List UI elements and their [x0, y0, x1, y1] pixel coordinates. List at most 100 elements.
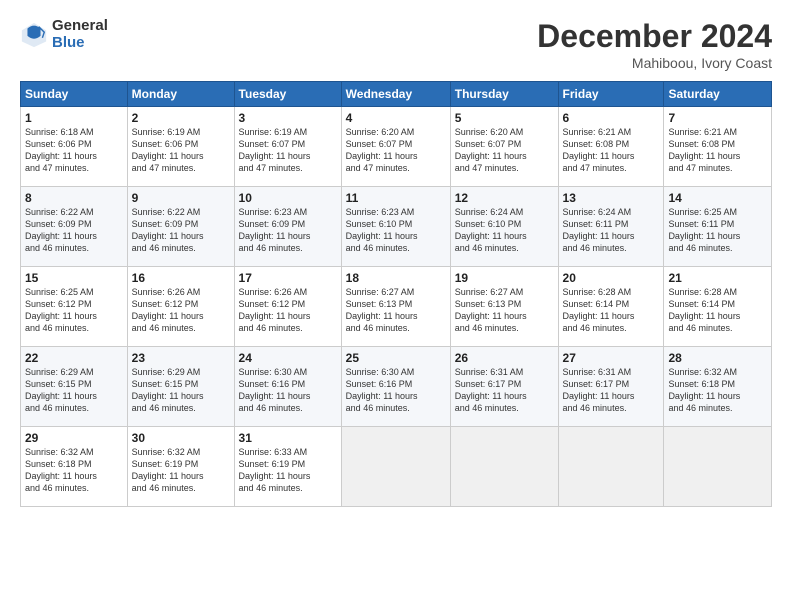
day-info: Sunrise: 6:25 AMSunset: 6:11 PMDaylight:…: [668, 206, 767, 255]
header-wednesday: Wednesday: [341, 82, 450, 107]
day-number: 3: [239, 111, 337, 125]
table-row: [664, 427, 772, 507]
day-number: 16: [132, 271, 230, 285]
day-number: 26: [455, 351, 554, 365]
day-info: Sunrise: 6:23 AMSunset: 6:09 PMDaylight:…: [239, 206, 337, 255]
table-row: 15Sunrise: 6:25 AMSunset: 6:12 PMDayligh…: [21, 267, 128, 347]
table-row: 1Sunrise: 6:18 AMSunset: 6:06 PMDaylight…: [21, 107, 128, 187]
day-info: Sunrise: 6:21 AMSunset: 6:08 PMDaylight:…: [563, 126, 660, 175]
day-info: Sunrise: 6:20 AMSunset: 6:07 PMDaylight:…: [346, 126, 446, 175]
day-number: 1: [25, 111, 123, 125]
table-row: 26Sunrise: 6:31 AMSunset: 6:17 PMDayligh…: [450, 347, 558, 427]
day-info: Sunrise: 6:27 AMSunset: 6:13 PMDaylight:…: [455, 286, 554, 335]
table-row: 17Sunrise: 6:26 AMSunset: 6:12 PMDayligh…: [234, 267, 341, 347]
table-row: 20Sunrise: 6:28 AMSunset: 6:14 PMDayligh…: [558, 267, 664, 347]
table-row: 6Sunrise: 6:21 AMSunset: 6:08 PMDaylight…: [558, 107, 664, 187]
day-number: 27: [563, 351, 660, 365]
day-info: Sunrise: 6:24 AMSunset: 6:11 PMDaylight:…: [563, 206, 660, 255]
day-number: 24: [239, 351, 337, 365]
day-info: Sunrise: 6:18 AMSunset: 6:06 PMDaylight:…: [25, 126, 123, 175]
day-info: Sunrise: 6:28 AMSunset: 6:14 PMDaylight:…: [668, 286, 767, 335]
table-row: 11Sunrise: 6:23 AMSunset: 6:10 PMDayligh…: [341, 187, 450, 267]
logo-icon: [20, 21, 48, 49]
table-row: [450, 427, 558, 507]
day-number: 5: [455, 111, 554, 125]
day-number: 25: [346, 351, 446, 365]
day-number: 7: [668, 111, 767, 125]
day-info: Sunrise: 6:32 AMSunset: 6:19 PMDaylight:…: [132, 446, 230, 495]
table-row: 7Sunrise: 6:21 AMSunset: 6:08 PMDaylight…: [664, 107, 772, 187]
table-row: 24Sunrise: 6:30 AMSunset: 6:16 PMDayligh…: [234, 347, 341, 427]
location: Mahiboou, Ivory Coast: [537, 55, 772, 71]
table-row: 16Sunrise: 6:26 AMSunset: 6:12 PMDayligh…: [127, 267, 234, 347]
day-number: 14: [668, 191, 767, 205]
table-row: 19Sunrise: 6:27 AMSunset: 6:13 PMDayligh…: [450, 267, 558, 347]
day-info: Sunrise: 6:29 AMSunset: 6:15 PMDaylight:…: [132, 366, 230, 415]
day-number: 31: [239, 431, 337, 445]
day-number: 29: [25, 431, 123, 445]
day-info: Sunrise: 6:31 AMSunset: 6:17 PMDaylight:…: [563, 366, 660, 415]
day-info: Sunrise: 6:30 AMSunset: 6:16 PMDaylight:…: [239, 366, 337, 415]
table-row: 23Sunrise: 6:29 AMSunset: 6:15 PMDayligh…: [127, 347, 234, 427]
day-number: 19: [455, 271, 554, 285]
calendar-table: Sunday Monday Tuesday Wednesday Thursday…: [20, 81, 772, 507]
day-number: 2: [132, 111, 230, 125]
page: General Blue December 2024 Mahiboou, Ivo…: [0, 0, 792, 612]
day-number: 9: [132, 191, 230, 205]
table-row: 30Sunrise: 6:32 AMSunset: 6:19 PMDayligh…: [127, 427, 234, 507]
header: General Blue December 2024 Mahiboou, Ivo…: [20, 18, 772, 71]
table-row: 4Sunrise: 6:20 AMSunset: 6:07 PMDaylight…: [341, 107, 450, 187]
day-info: Sunrise: 6:22 AMSunset: 6:09 PMDaylight:…: [132, 206, 230, 255]
calendar-week-row: 1Sunrise: 6:18 AMSunset: 6:06 PMDaylight…: [21, 107, 772, 187]
day-number: 17: [239, 271, 337, 285]
day-number: 8: [25, 191, 123, 205]
day-info: Sunrise: 6:32 AMSunset: 6:18 PMDaylight:…: [25, 446, 123, 495]
day-info: Sunrise: 6:26 AMSunset: 6:12 PMDaylight:…: [239, 286, 337, 335]
day-info: Sunrise: 6:23 AMSunset: 6:10 PMDaylight:…: [346, 206, 446, 255]
table-row: 22Sunrise: 6:29 AMSunset: 6:15 PMDayligh…: [21, 347, 128, 427]
logo-general-text: General: [52, 18, 108, 35]
day-info: Sunrise: 6:30 AMSunset: 6:16 PMDaylight:…: [346, 366, 446, 415]
table-row: 10Sunrise: 6:23 AMSunset: 6:09 PMDayligh…: [234, 187, 341, 267]
day-number: 22: [25, 351, 123, 365]
table-row: [341, 427, 450, 507]
table-row: 29Sunrise: 6:32 AMSunset: 6:18 PMDayligh…: [21, 427, 128, 507]
day-number: 28: [668, 351, 767, 365]
day-info: Sunrise: 6:19 AMSunset: 6:06 PMDaylight:…: [132, 126, 230, 175]
day-number: 6: [563, 111, 660, 125]
day-info: Sunrise: 6:22 AMSunset: 6:09 PMDaylight:…: [25, 206, 123, 255]
header-monday: Monday: [127, 82, 234, 107]
table-row: 14Sunrise: 6:25 AMSunset: 6:11 PMDayligh…: [664, 187, 772, 267]
day-number: 13: [563, 191, 660, 205]
day-info: Sunrise: 6:21 AMSunset: 6:08 PMDaylight:…: [668, 126, 767, 175]
logo-text: General Blue: [52, 18, 108, 51]
day-info: Sunrise: 6:24 AMSunset: 6:10 PMDaylight:…: [455, 206, 554, 255]
table-row: 13Sunrise: 6:24 AMSunset: 6:11 PMDayligh…: [558, 187, 664, 267]
day-number: 30: [132, 431, 230, 445]
table-row: 8Sunrise: 6:22 AMSunset: 6:09 PMDaylight…: [21, 187, 128, 267]
table-row: 18Sunrise: 6:27 AMSunset: 6:13 PMDayligh…: [341, 267, 450, 347]
day-number: 15: [25, 271, 123, 285]
day-info: Sunrise: 6:25 AMSunset: 6:12 PMDaylight:…: [25, 286, 123, 335]
table-row: 5Sunrise: 6:20 AMSunset: 6:07 PMDaylight…: [450, 107, 558, 187]
calendar-week-row: 15Sunrise: 6:25 AMSunset: 6:12 PMDayligh…: [21, 267, 772, 347]
calendar-week-row: 29Sunrise: 6:32 AMSunset: 6:18 PMDayligh…: [21, 427, 772, 507]
table-row: 12Sunrise: 6:24 AMSunset: 6:10 PMDayligh…: [450, 187, 558, 267]
day-info: Sunrise: 6:29 AMSunset: 6:15 PMDaylight:…: [25, 366, 123, 415]
table-row: 9Sunrise: 6:22 AMSunset: 6:09 PMDaylight…: [127, 187, 234, 267]
day-number: 11: [346, 191, 446, 205]
day-number: 4: [346, 111, 446, 125]
day-number: 23: [132, 351, 230, 365]
header-sunday: Sunday: [21, 82, 128, 107]
table-row: [558, 427, 664, 507]
header-friday: Friday: [558, 82, 664, 107]
table-row: 2Sunrise: 6:19 AMSunset: 6:06 PMDaylight…: [127, 107, 234, 187]
title-section: December 2024 Mahiboou, Ivory Coast: [537, 18, 772, 71]
day-number: 21: [668, 271, 767, 285]
day-info: Sunrise: 6:32 AMSunset: 6:18 PMDaylight:…: [668, 366, 767, 415]
calendar-week-row: 8Sunrise: 6:22 AMSunset: 6:09 PMDaylight…: [21, 187, 772, 267]
day-info: Sunrise: 6:31 AMSunset: 6:17 PMDaylight:…: [455, 366, 554, 415]
day-number: 12: [455, 191, 554, 205]
month-title: December 2024: [537, 18, 772, 55]
logo-blue-text: Blue: [52, 35, 108, 52]
